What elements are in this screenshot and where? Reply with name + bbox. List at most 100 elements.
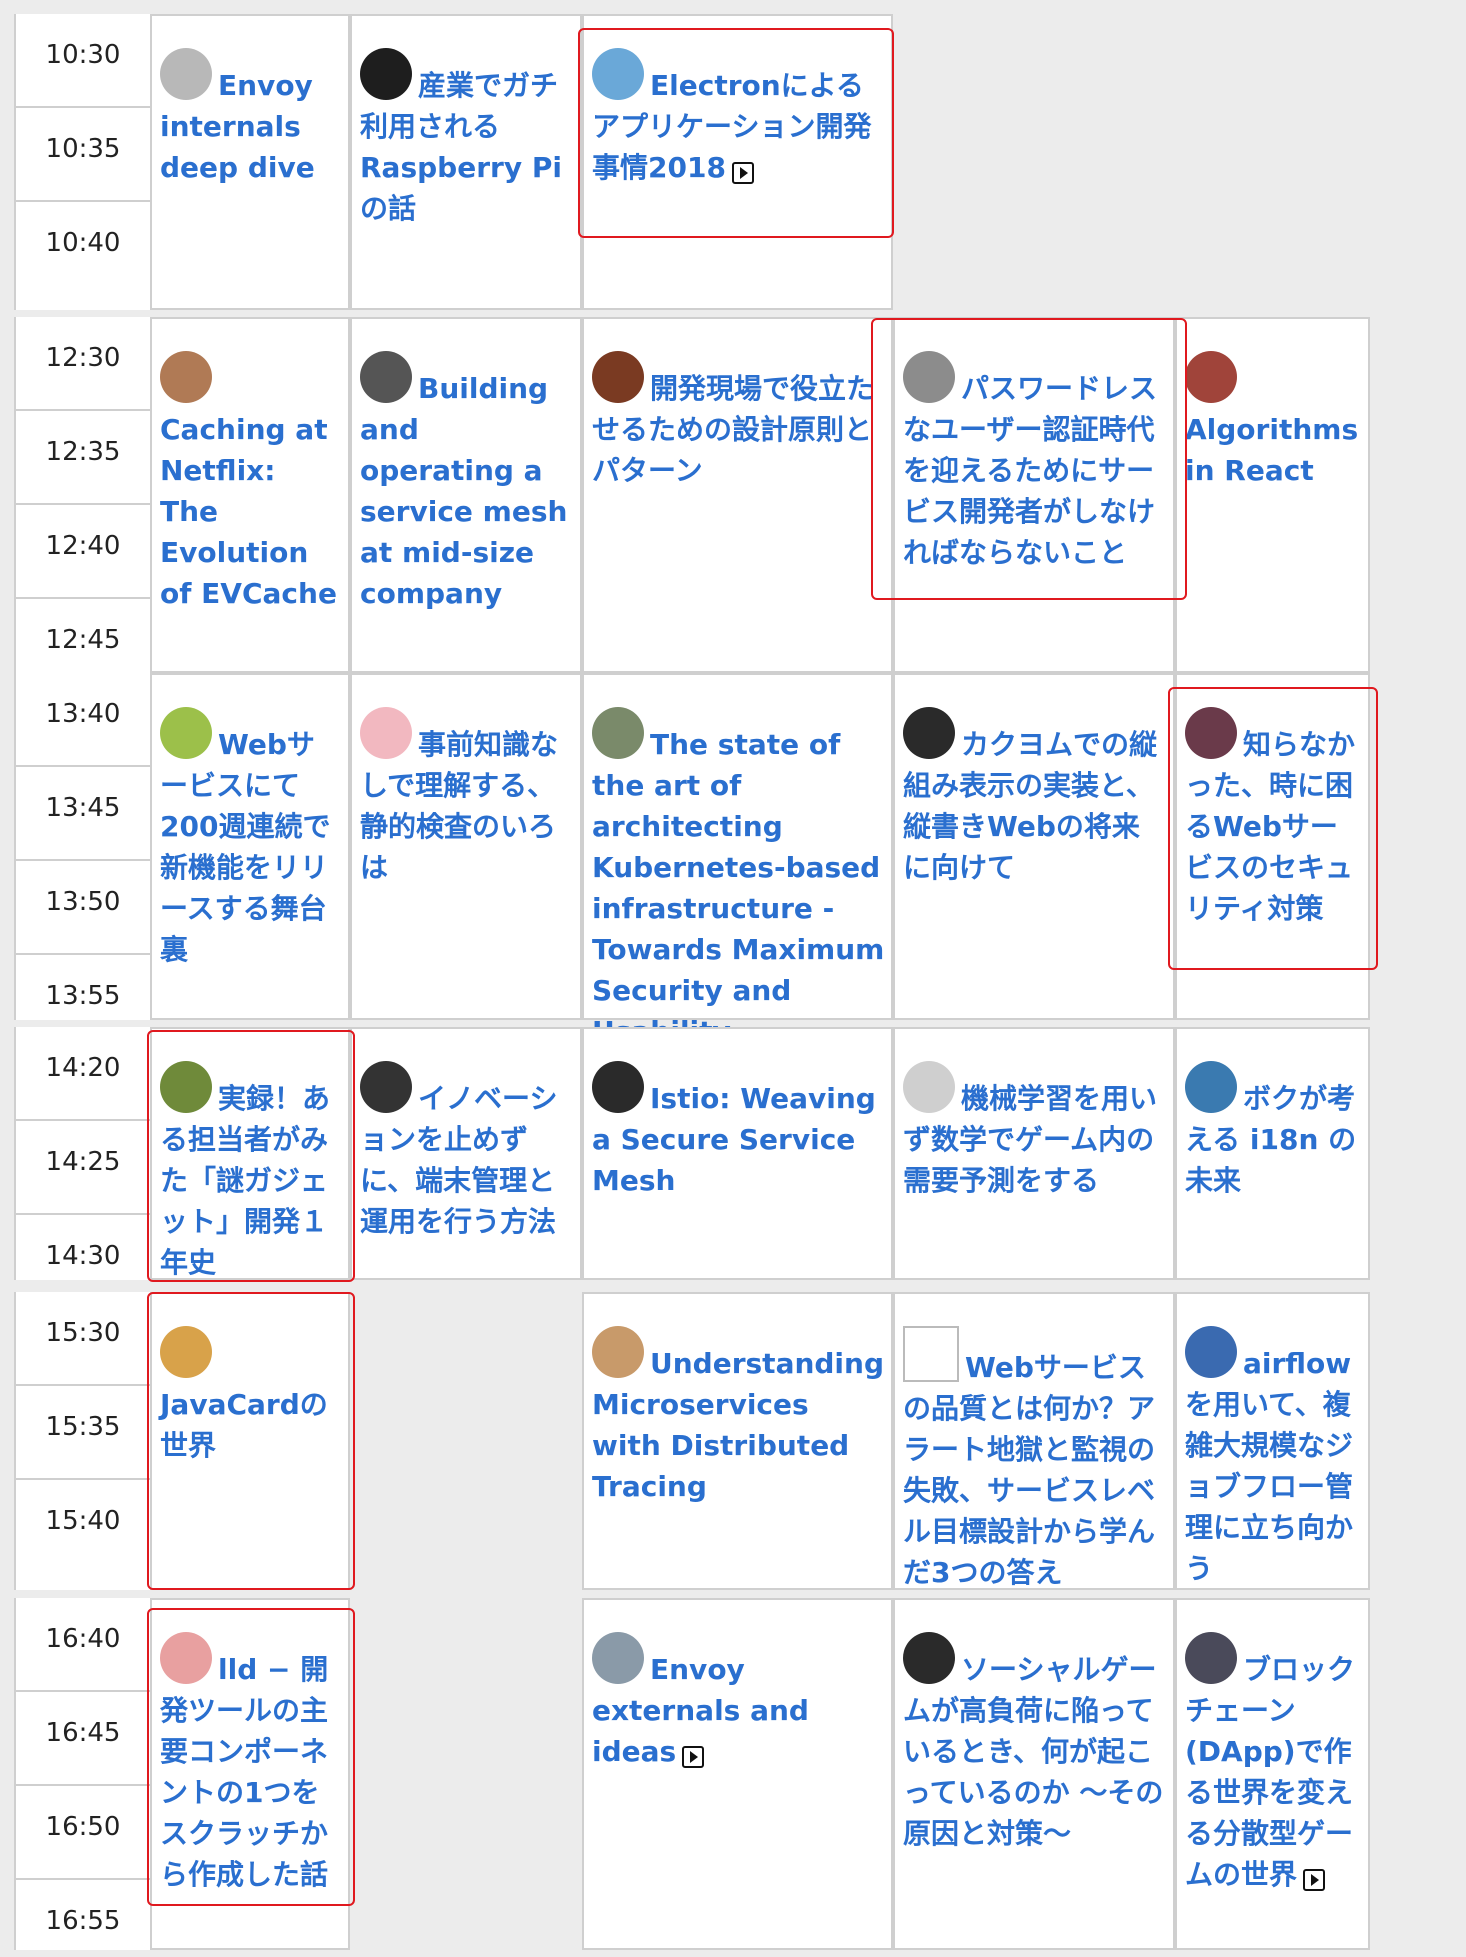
timetable-grid: 10:30 10:35 10:40 Envoy internals deep dive… xyxy=(0,0,1466,1957)
speaker-avatar-icon xyxy=(360,351,412,403)
speaker-avatar-icon xyxy=(903,1061,955,1113)
time-slot-label: 14:20 xyxy=(45,1053,121,1083)
time-slot-label: 12:45 xyxy=(45,625,121,655)
time-slot-label: 10:40 xyxy=(45,228,121,258)
speaker-avatar-icon xyxy=(1185,1632,1237,1684)
session-card[interactable]: Webサービスの品質とは何か？アラート地獄と監視の失敗、サービスレベル目標設計か… xyxy=(893,1316,1175,1593)
session-card[interactable]: パスワードレスなユーザー認証時代を迎えるためにサービス開発者がしなければならない… xyxy=(893,341,1175,573)
session-title-link[interactable]: JavaCardの世界 xyxy=(160,1388,328,1462)
session-title-link[interactable]: lld − 開発ツールの主要コンポーネントの1つをスクラッチから作成した話 xyxy=(160,1653,328,1891)
time-slot-label: 12:40 xyxy=(45,531,121,561)
speaker-avatar-icon xyxy=(160,1061,212,1113)
time-slot-label: 15:40 xyxy=(45,1506,121,1536)
time-divider xyxy=(14,1690,152,1692)
session-card[interactable]: Electronによるアプリケーション開発事情2018 xyxy=(582,38,893,188)
session-card[interactable]: 実録！ある担当者がみた「謎ガジェット」開発１年史 xyxy=(150,1051,350,1283)
time-slot-label: 13:50 xyxy=(45,887,121,917)
session-title-link[interactable]: The state of the art of architecting Kub… xyxy=(592,728,884,1048)
speaker-avatar-icon xyxy=(360,707,412,759)
time-divider xyxy=(14,859,152,861)
time-slot-label: 12:30 xyxy=(45,343,121,373)
speaker-avatar-icon xyxy=(903,707,955,759)
session-card[interactable]: The state of the art of architecting Kub… xyxy=(582,697,893,1052)
speaker-avatar-icon xyxy=(160,48,212,100)
time-slot-label: 14:30 xyxy=(45,1241,121,1271)
time-divider xyxy=(14,1784,152,1786)
session-card[interactable]: Istio: Weaving a Secure Service Mesh xyxy=(582,1051,893,1201)
speaker-avatar-icon xyxy=(592,1326,644,1378)
time-slot-label: 13:40 xyxy=(45,699,121,729)
speaker-avatar-icon xyxy=(360,1061,412,1113)
speaker-avatar-icon xyxy=(1185,1061,1237,1113)
speaker-avatar-icon xyxy=(160,1326,212,1378)
video-play-icon[interactable] xyxy=(682,1745,705,1768)
session-card[interactable]: 産業でガチ利用される Raspberry Piの話 xyxy=(350,38,582,229)
time-slot-label: 12:35 xyxy=(45,437,121,467)
video-play-icon[interactable] xyxy=(731,161,754,184)
session-title-link[interactable]: ソーシャルゲームが高負荷に陥っているとき、何が起こっているのか 〜その原因と対策… xyxy=(903,1653,1163,1850)
time-slot-label: 10:35 xyxy=(45,134,121,164)
session-card[interactable]: ソーシャルゲームが高負荷に陥っているとき、何が起こっているのか 〜その原因と対策… xyxy=(893,1622,1175,1854)
speaker-avatar-icon xyxy=(592,1061,644,1113)
time-slot-label: 13:55 xyxy=(45,981,121,1011)
time-slot-label: 16:45 xyxy=(45,1718,121,1748)
time-divider xyxy=(14,409,152,411)
speaker-avatar-icon xyxy=(160,1632,212,1684)
session-title-link[interactable]: Webサービスにて200週連続で新機能をリリースする舞台裏 xyxy=(160,728,330,966)
session-card[interactable]: ボクが考える i18n の未来 xyxy=(1175,1051,1370,1201)
session-title-link[interactable]: Caching at Netflix: The Evolution of EVC… xyxy=(160,413,337,610)
session-card[interactable]: Envoy internals deep dive xyxy=(150,38,350,188)
session-card[interactable]: カクヨムでの縦組み表示の実装と、縦書きWebの将来に向けて xyxy=(893,697,1175,888)
time-divider xyxy=(14,1119,152,1121)
speaker-avatar-icon xyxy=(1185,351,1237,403)
session-card[interactable]: 開発現場で役立たせるための設計原則とパターン xyxy=(582,341,893,491)
time-slot-label: 16:40 xyxy=(45,1624,121,1654)
speaker-avatar-icon xyxy=(592,48,644,100)
time-divider xyxy=(14,597,152,599)
time-slot-label: 16:50 xyxy=(45,1812,121,1842)
session-title-link[interactable]: Algorithms in React xyxy=(1185,413,1358,487)
session-title-link[interactable]: airflowを用いて、複雑大規模なジョブフロー管理に立ち向かう xyxy=(1185,1347,1353,1585)
session-card[interactable]: 知らなかった、時に困るWebサービスのセキュリティ対策 xyxy=(1175,697,1370,929)
session-card[interactable]: イノベーションを止めずに、端末管理と運用を行う方法 xyxy=(350,1051,582,1242)
session-card[interactable]: JavaCardの世界 xyxy=(150,1316,350,1466)
session-title-link[interactable]: ブロックチェーン(DApp)で作る世界を変える分散型ゲームの世界 xyxy=(1185,1653,1355,1891)
session-card[interactable]: Understanding Microservices with Distrib… xyxy=(582,1316,893,1507)
video-play-icon[interactable] xyxy=(1303,1868,1326,1891)
time-slot-label: 10:30 xyxy=(45,40,121,70)
time-slot-label: 13:45 xyxy=(45,793,121,823)
speaker-avatar-icon xyxy=(903,1326,959,1382)
speaker-avatar-icon xyxy=(160,707,212,759)
time-divider xyxy=(14,953,152,955)
time-slot-label: 16:55 xyxy=(45,1906,121,1936)
session-card[interactable]: Envoy externals and ideas xyxy=(582,1622,893,1772)
session-card[interactable]: 事前知識なしで理解する、静的検査のいろは xyxy=(350,697,582,888)
session-card[interactable]: 機械学習を用いず数学でゲーム内の需要予測をする xyxy=(893,1051,1175,1201)
session-title-link[interactable]: Building and operating a service mesh at… xyxy=(360,372,567,610)
session-card[interactable]: ブロックチェーン(DApp)で作る世界を変える分散型ゲームの世界 xyxy=(1175,1622,1370,1895)
session-card[interactable]: airflowを用いて、複雑大規模なジョブフロー管理に立ち向かう xyxy=(1175,1316,1370,1589)
time-divider xyxy=(14,1478,152,1480)
speaker-avatar-icon xyxy=(903,1632,955,1684)
time-divider xyxy=(14,1384,152,1386)
session-title-link[interactable]: Webサービスの品質とは何か？アラート地獄と監視の失敗、サービスレベル目標設計か… xyxy=(903,1351,1155,1589)
time-slot-label: 15:35 xyxy=(45,1412,121,1442)
session-card[interactable]: lld − 開発ツールの主要コンポーネントの1つをスクラッチから作成した話 xyxy=(150,1622,350,1895)
session-title-link[interactable]: パスワードレスなユーザー認証時代を迎えるためにサービス開発者がしなければならない… xyxy=(903,372,1157,569)
time-divider xyxy=(14,1878,152,1880)
speaker-avatar-icon xyxy=(592,351,644,403)
time-slot-label: 14:25 xyxy=(45,1147,121,1177)
session-card[interactable]: Algorithms in React xyxy=(1175,341,1370,491)
speaker-avatar-icon xyxy=(360,48,412,100)
time-divider xyxy=(14,1213,152,1215)
time-slot-label: 15:30 xyxy=(45,1318,121,1348)
time-divider xyxy=(14,765,152,767)
time-divider xyxy=(14,106,152,108)
session-card[interactable]: Webサービスにて200週連続で新機能をリリースする舞台裏 xyxy=(150,697,350,970)
time-divider xyxy=(14,200,152,202)
speaker-avatar-icon xyxy=(592,1632,644,1684)
session-card[interactable]: Building and operating a service mesh at… xyxy=(350,341,582,614)
speaker-avatar-icon xyxy=(1185,1326,1237,1378)
speaker-avatar-icon xyxy=(903,351,955,403)
session-card[interactable]: Caching at Netflix: The Evolution of EVC… xyxy=(150,341,350,614)
